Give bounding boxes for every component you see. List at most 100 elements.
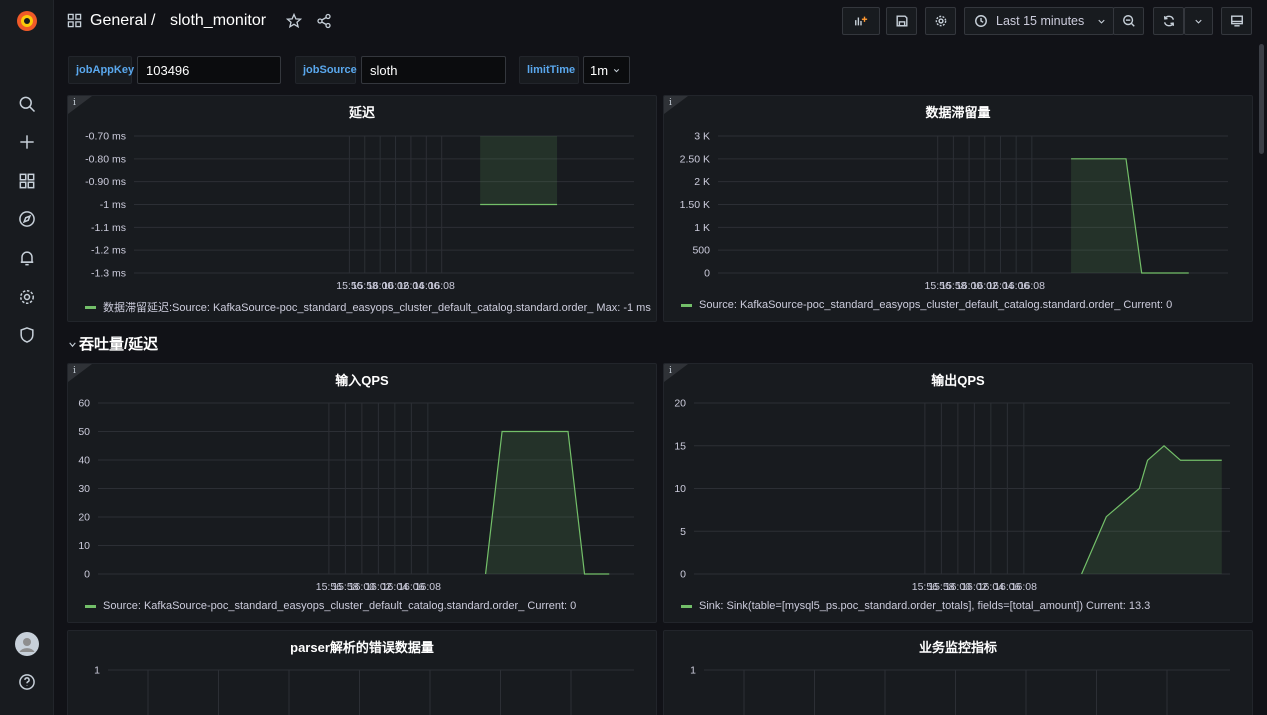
x-tick-label: 16:08 <box>415 581 441 593</box>
page-scrollbar[interactable] <box>1259 44 1264 154</box>
y-tick-label: 20 <box>78 512 90 524</box>
y-tick-label: 20 <box>674 398 686 410</box>
legend-text: Sink: Sink(table=[mysql5_ps.poc_standard… <box>699 600 1151 612</box>
refresh-interval-dropdown[interactable] <box>1184 7 1213 35</box>
variable-select-value: 1m <box>590 62 609 78</box>
series-area <box>1071 158 1189 273</box>
star-icon[interactable] <box>285 12 303 34</box>
clock-icon <box>975 15 987 27</box>
bell-icon[interactable] <box>15 246 39 270</box>
share-icon[interactable] <box>316 13 332 34</box>
legend-swatch <box>681 303 692 307</box>
search-icon[interactable] <box>15 92 39 116</box>
y-tick-label: 30 <box>78 483 90 495</box>
save-dashboard-button[interactable] <box>886 7 917 35</box>
input-qps-chart: 605040302010015:5615:5816:0016:0216:0416… <box>78 398 634 593</box>
dashboard-title[interactable]: sloth_monitor <box>170 12 266 30</box>
dashboard-settings-button[interactable] <box>925 7 956 35</box>
legend-swatch <box>681 604 692 608</box>
y-tick-label: 1.50 K <box>680 199 710 211</box>
y-tick-label: 0 <box>680 569 686 581</box>
series-area <box>485 431 610 574</box>
variable-label-limittime: limitTime <box>519 56 579 84</box>
y-tick-label: 10 <box>78 540 90 552</box>
panel-output-qps[interactable]: i 输出QPS 20 15 10 5 0 15:56 15:58 16:00 16:02 16:0… <box>663 363 1253 623</box>
refresh-button[interactable] <box>1153 7 1184 35</box>
panel-business-metrics[interactable]: 业务监控指标 1 <box>663 630 1253 715</box>
legend-swatch <box>85 305 96 309</box>
panel-latency[interactable]: i 延迟 -0.70 ms -0.80 ms -0.90 ms -1 ms -1.1 m… <box>67 95 657 322</box>
panel-parser-errors[interactable]: parser解析的错误数据量 1 <box>67 630 657 715</box>
y-tick-label: -1 ms <box>100 199 126 211</box>
chevron-down-icon <box>1098 19 1105 24</box>
sidebar <box>0 0 54 715</box>
chevron-down-icon <box>69 342 76 348</box>
dashboards-grid-icon <box>67 13 82 33</box>
add-panel-button[interactable] <box>842 7 880 35</box>
plus-icon[interactable] <box>15 130 39 154</box>
variable-label-jobsource: jobSource <box>295 56 357 84</box>
y-tick-label: -0.70 ms <box>85 131 126 143</box>
row-header-throughput[interactable]: 吞吐量/延迟 <box>68 333 158 354</box>
y-tick-label: 500 <box>692 245 710 257</box>
zoom-out-button[interactable] <box>1113 7 1144 35</box>
legend-item[interactable]: Sink: Sink(table=[mysql5_ps.poc_standard… <box>681 600 1150 612</box>
legend-text: Source: KafkaSource-poc_standard_easyops… <box>103 600 577 612</box>
y-tick-label: -1.2 ms <box>91 245 126 257</box>
x-tick-label: 16:08 <box>429 280 455 292</box>
avatar[interactable] <box>15 632 39 656</box>
legend-text: 数据滞留延迟:Source: KafkaSource-poc_standard_… <box>103 302 651 314</box>
y-tick-label: 10 <box>674 483 686 495</box>
series-area <box>1081 445 1222 574</box>
y-tick-label: 0 <box>704 268 710 280</box>
chevron-down-icon <box>1195 19 1202 24</box>
gear-icon <box>935 15 946 27</box>
panel-input-qps[interactable]: i 输入QPS 60 50 40 30 20 10 0 15:56 15:58 16:00 16:0… <box>67 363 657 623</box>
latency-chart: -0.70 ms -0.80 ms -0.90 ms -1 ms -1.1 ms -1.2… <box>85 131 634 292</box>
legend-text: Source: KafkaSource-poc_standard_easyops… <box>699 299 1173 311</box>
compass-icon[interactable] <box>15 207 39 231</box>
shield-icon[interactable] <box>15 323 39 347</box>
y-tick-label: 40 <box>78 455 90 467</box>
grafana-logo-icon[interactable] <box>15 9 39 33</box>
parser-errors-chart: 1 <box>94 665 634 715</box>
legend-item[interactable]: 数据滞留延迟:Source: KafkaSource-poc_standard_… <box>85 299 651 315</box>
dashboards-icon[interactable] <box>15 169 39 193</box>
output-qps-chart: 2015105015:5615:5816:0016:0216:0416:0616… <box>674 398 1230 593</box>
breadcrumb-separator: / <box>151 12 156 29</box>
y-tick-label: 3 K <box>694 131 710 143</box>
legend-item[interactable]: Source: KafkaSource-poc_standard_easyops… <box>681 299 1172 311</box>
variable-select-limittime[interactable]: 1m <box>583 56 630 84</box>
chevron-down-icon <box>613 68 620 72</box>
y-tick-label: -0.80 ms <box>85 153 126 165</box>
variable-label-jobappkey: jobAppKey <box>68 56 134 84</box>
top-bar: General / sloth_monitor Last 15 minutes <box>54 0 1267 44</box>
y-tick-label: 1 <box>690 665 696 677</box>
y-tick-label: 5 <box>680 526 686 538</box>
y-tick-label: -1.1 ms <box>91 222 126 234</box>
series-area <box>480 136 558 205</box>
variable-input-jobsource[interactable]: sloth <box>361 56 506 84</box>
row-title: 吞吐量/延迟 <box>79 336 159 353</box>
legend-swatch <box>85 604 96 608</box>
y-tick-label: 1 K <box>694 222 710 234</box>
help-icon[interactable] <box>15 670 39 694</box>
gear-icon[interactable] <box>15 285 39 309</box>
add-panel-icon <box>855 16 868 26</box>
y-tick-label: 0 <box>84 569 90 581</box>
y-tick-label: 2 K <box>694 176 710 188</box>
variable-input-jobappkey[interactable]: 103496 <box>137 56 281 84</box>
time-range-picker[interactable]: Last 15 minutes <box>964 7 1114 35</box>
business-metrics-chart: 1 <box>690 665 1230 715</box>
y-tick-label: -1.3 ms <box>91 268 126 280</box>
y-tick-label: -0.90 ms <box>85 176 126 188</box>
save-icon <box>895 15 908 27</box>
x-tick-label: 16:08 <box>1011 581 1037 593</box>
legend-item[interactable]: Source: KafkaSource-poc_standard_easyops… <box>85 600 576 612</box>
tv-mode-button[interactable] <box>1221 7 1252 35</box>
y-tick-label: 15 <box>674 440 686 452</box>
time-range-label: Last 15 minutes <box>996 14 1085 28</box>
breadcrumb-folder[interactable]: General <box>90 12 147 30</box>
panel-backlog[interactable]: i 数据滞留量 3 K 2.50 K2 K 1.50 K1 K 500 0 15:56 15… <box>663 95 1253 322</box>
x-tick-label: 16:08 <box>1019 280 1045 292</box>
